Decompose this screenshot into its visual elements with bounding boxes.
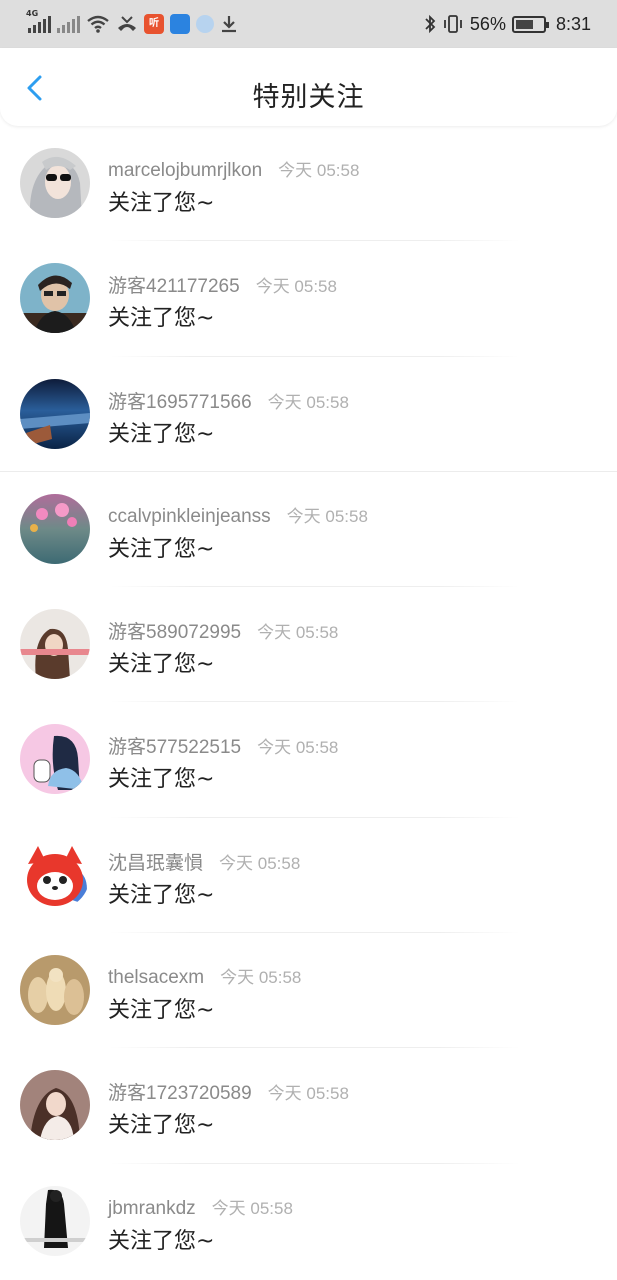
user-name[interactable]: 游客577522515: [108, 732, 241, 759]
name-line: 游客421177265 今天 05:58: [108, 271, 337, 298]
follow-notification-list: marcelojbumrjlkon 今天 05:58 关注了您~ 游客42117…: [0, 126, 617, 1279]
timestamp: 今天 05:58: [211, 1198, 293, 1218]
avatar[interactable]: [20, 1070, 90, 1141]
network-type-label: 4G: [26, 9, 39, 18]
user-name[interactable]: thelsacexm: [108, 967, 204, 989]
bluetooth-icon: [425, 14, 436, 34]
follow-message: 关注了您~: [108, 998, 215, 1024]
avatar[interactable]: [20, 955, 90, 1026]
timestamp: 今天 05:58: [267, 392, 349, 412]
follow-message: 关注了您~: [108, 536, 215, 562]
download-icon: [222, 16, 236, 33]
clock: 8:31: [555, 13, 591, 34]
list-item[interactable]: jbmrankdz 今天 05:58 关注了您~: [0, 1164, 617, 1279]
list-item[interactable]: marcelojbumrjlkon 今天 05:58 关注了您~: [0, 126, 617, 242]
page-title: 特别关注: [252, 82, 365, 113]
battery-percent: 56%: [469, 13, 506, 34]
name-line: 游客1723720589 今天 05:58: [108, 1078, 349, 1105]
follow-message: 关注了您~: [108, 306, 215, 332]
name-line: ccalvpinkleinjeanss 今天 05:58: [108, 502, 368, 528]
name-line: 游客589072995 今天 05:58: [108, 617, 338, 644]
user-name[interactable]: ccalvpinkleinjeanss: [108, 506, 271, 528]
follow-message: 关注了您~: [108, 652, 215, 678]
name-line: jbmrankdz 今天 05:58: [108, 1194, 293, 1220]
follow-message: 关注了您~: [108, 191, 215, 216]
user-name[interactable]: 游客1723720589: [108, 1078, 252, 1105]
user-name[interactable]: 游客421177265: [108, 271, 240, 298]
name-line: 沈昌珉囊愪 今天 05:58: [108, 848, 300, 875]
avatar[interactable]: [20, 493, 90, 564]
timestamp: 今天 05:58: [220, 968, 302, 988]
signal-x-icon: [57, 15, 80, 33]
avatar[interactable]: [20, 724, 90, 795]
user-name[interactable]: jbmrankdz: [108, 1198, 196, 1220]
name-line: 游客577522515 今天 05:58: [108, 732, 338, 759]
status-bar: 4G 听 56% 8:31: [0, 0, 617, 48]
timestamp: 今天 05:58: [278, 161, 360, 180]
timestamp: 今天 05:58: [257, 623, 339, 643]
name-line: 游客1695771566 今天 05:58: [108, 387, 349, 414]
status-right: 56% 8:31: [424, 10, 591, 38]
missed-call-icon: [118, 16, 136, 31]
follow-message: 关注了您~: [108, 882, 215, 908]
avatar[interactable]: [20, 263, 90, 334]
app-ting-icon: 听: [144, 14, 164, 34]
list-item[interactable]: ccalvpinkleinjeanss 今天 05:58 关注了您~: [0, 472, 617, 588]
timestamp: 今天 05:58: [219, 853, 301, 873]
list-item[interactable]: thelsacexm 今天 05:58 关注了您~: [0, 933, 617, 1049]
status-left: 4G 听: [26, 9, 238, 38]
user-name[interactable]: 游客589072995: [108, 617, 241, 644]
list-item[interactable]: 游客1695771566 今天 05:58 关注了您~: [0, 357, 617, 472]
avatar[interactable]: [20, 609, 90, 680]
timestamp: 今天 05:58: [286, 506, 368, 526]
name-line: marcelojbumrjlkon 今天 05:58: [108, 156, 359, 182]
user-name[interactable]: 沈昌珉囊愪: [108, 848, 203, 875]
signal-4g-icon: 4G: [26, 9, 51, 33]
list-item[interactable]: 游客421177265 今天 05:58 关注了您~: [0, 241, 617, 357]
avatar[interactable]: [20, 148, 90, 218]
list-item[interactable]: 游客577522515 今天 05:58 关注了您~: [0, 702, 617, 818]
list-item[interactable]: 游客1723720589 今天 05:58 关注了您~: [0, 1048, 617, 1164]
nav-bar: 特别关注: [0, 48, 617, 126]
list-item[interactable]: 沈昌珉囊愪 今天 05:58 关注了您~: [0, 818, 617, 934]
battery-icon: [511, 15, 549, 33]
follow-message: 关注了您~: [108, 1113, 215, 1139]
timestamp: 今天 05:58: [257, 738, 339, 758]
follow-message: 关注了您~: [108, 767, 215, 793]
browser-icon: [196, 15, 214, 33]
avatar[interactable]: [20, 378, 90, 449]
name-line: thelsacexm 今天 05:58: [108, 963, 301, 989]
list-item[interactable]: 游客589072995 今天 05:58 关注了您~: [0, 587, 617, 703]
shield-app-icon: [170, 14, 190, 34]
wifi-icon: [87, 15, 109, 33]
follow-message: 关注了您~: [108, 1228, 215, 1254]
user-name[interactable]: 游客1695771566: [108, 387, 252, 414]
avatar[interactable]: [20, 839, 90, 910]
timestamp: 今天 05:58: [255, 277, 337, 297]
timestamp: 今天 05:58: [267, 1084, 349, 1104]
user-name[interactable]: marcelojbumrjlkon: [108, 160, 262, 182]
avatar[interactable]: [20, 1185, 90, 1256]
vibrate-icon: [444, 15, 462, 33]
follow-message: 关注了您~: [108, 421, 215, 447]
